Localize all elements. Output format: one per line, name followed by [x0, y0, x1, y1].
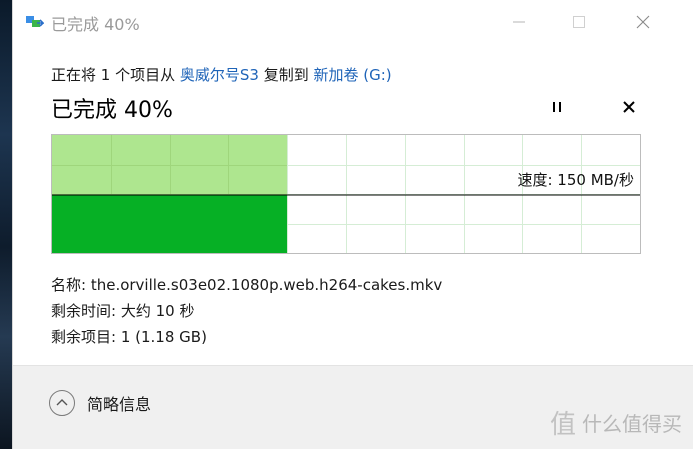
source-link[interactable]: 奥威尔号S3	[180, 66, 259, 84]
copy-description: 正在将 1 个项目从 奥威尔号S3 复制到 新加卷 (G:)	[51, 64, 392, 85]
less-details-button[interactable]: 简略信息	[49, 388, 151, 418]
speed-graph: 速度: 150 MB/秒	[51, 134, 641, 254]
desktop-background	[0, 0, 12, 449]
speed-label: 速度: 150 MB/秒	[517, 171, 634, 189]
chevron-up-icon	[49, 390, 75, 416]
progress-headline: 已完成 40%	[51, 98, 173, 123]
transfer-details: 名称: the.orville.s03e02.1080p.web.h264-ca…	[51, 272, 442, 350]
minimize-icon[interactable]	[509, 12, 529, 32]
window-close-icon[interactable]	[633, 12, 653, 32]
dialog-footer: 简略信息 值 什么值得买	[13, 366, 693, 449]
progress-fill-speed-area	[52, 195, 287, 253]
destination-link[interactable]: 新加卷 (G:)	[313, 66, 391, 84]
speed-graph-canvas	[52, 135, 640, 253]
time-remaining: 剩余时间: 大约 10 秒	[51, 302, 195, 320]
copy-middle: 复制到	[258, 66, 314, 84]
copy-app-icon	[26, 16, 44, 27]
pause-icon[interactable]	[546, 96, 568, 118]
less-details-label: 简略信息	[87, 395, 152, 414]
watermark-text: 什么值得买	[582, 412, 682, 436]
items-remaining: 剩余项目: 1 (1.18 GB)	[51, 328, 207, 346]
watermark-logo-icon: 值	[549, 410, 576, 440]
title-bar[interactable]: 已完成 40%	[13, 0, 693, 44]
copy-progress-dialog: 已完成 40% 正在将 1 个项目从 奥威尔号S3 复制到 新加卷 (G:) 已…	[12, 0, 693, 449]
close-icon[interactable]	[618, 96, 640, 118]
file-name: 名称: the.orville.s03e02.1080p.web.h264-ca…	[51, 276, 443, 294]
watermark: 值 什么值得买	[550, 404, 682, 441]
copy-prefix: 正在将 1 个项目从	[51, 66, 180, 84]
window-title: 已完成 40%	[51, 15, 140, 34]
maximize-icon	[573, 16, 585, 28]
